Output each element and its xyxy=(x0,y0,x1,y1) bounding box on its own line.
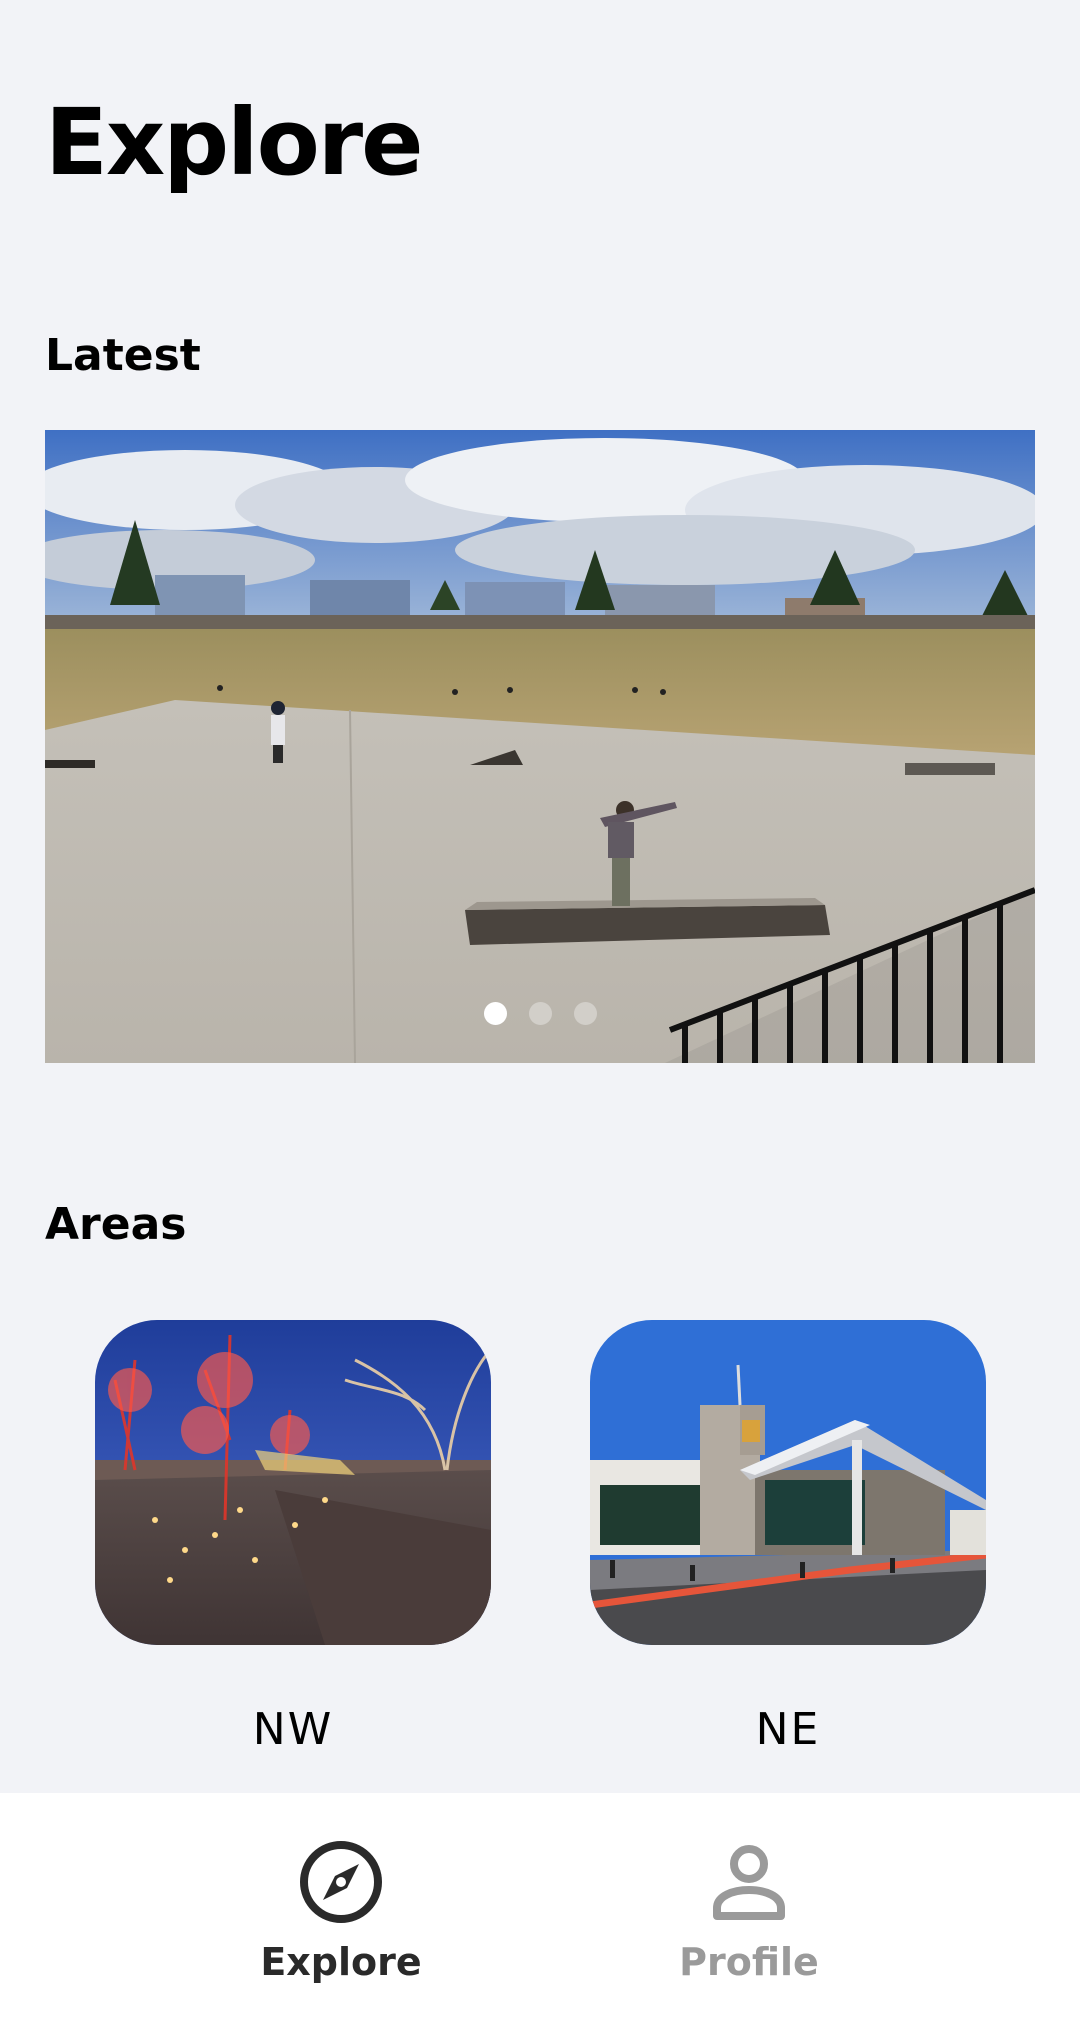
area-label-nw: NW xyxy=(252,1704,334,1755)
latest-carousel[interactable] xyxy=(45,430,1035,1063)
skatepark-photo xyxy=(45,430,1035,1063)
page-title: Explore xyxy=(45,89,424,196)
carousel-pagination xyxy=(45,1002,1035,1025)
area-label-ne: NE xyxy=(755,1704,821,1755)
area-card-ne[interactable]: NE xyxy=(590,1320,986,1757)
nav-explore-label: Explore xyxy=(260,1940,422,1984)
latest-heading: Latest xyxy=(45,330,201,381)
bottom-navigation: Explore Profile xyxy=(0,1793,1080,2027)
area-image-nw xyxy=(95,1320,491,1645)
area-card-nw[interactable]: NW xyxy=(95,1320,491,1757)
area-image-ne xyxy=(590,1320,986,1645)
carousel-dot[interactable] xyxy=(483,1002,507,1025)
carousel-dot[interactable] xyxy=(528,1002,552,1025)
explore-screen: Explore Latest Areas NW NE Explore Profi… xyxy=(0,0,1080,2027)
nav-profile[interactable]: Profile xyxy=(619,1793,879,2027)
nav-profile-label: Profile xyxy=(679,1940,819,1984)
carousel-dot[interactable] xyxy=(573,1002,597,1025)
compass-icon xyxy=(300,1841,382,1923)
person-icon xyxy=(713,1845,785,1920)
areas-heading: Areas xyxy=(45,1199,187,1250)
nav-explore[interactable]: Explore xyxy=(211,1793,471,2027)
